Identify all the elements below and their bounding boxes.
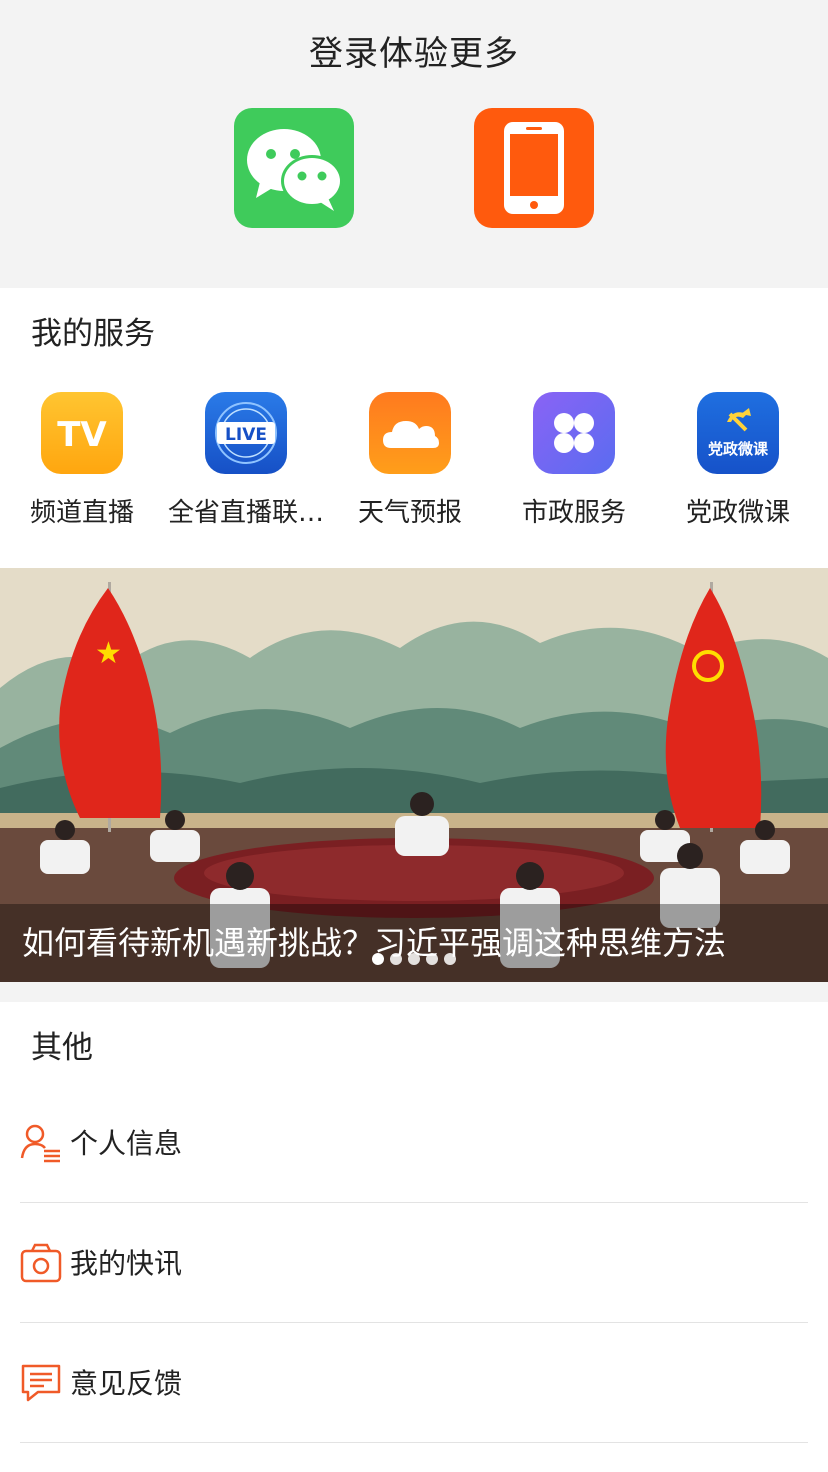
list-item-user-info[interactable]: 个人信息 [20,1082,808,1203]
tv-icon: TV [41,392,123,474]
services-title: 我的服务 [31,316,155,352]
wechat-login-button[interactable] [234,108,354,228]
slide-dot[interactable] [426,953,438,965]
weather-cloud-icon [369,392,451,474]
live-icon: LIVE [205,392,287,474]
phone-icon [504,122,564,214]
service-weather[interactable]: 天气预报 [328,380,492,540]
feedback-icon [21,1364,61,1402]
wechat-icon [247,129,343,211]
live-icon-text: LIVE [225,425,267,445]
login-section: 登录体验更多 [0,0,828,288]
slide-indicator [372,950,462,965]
tv-icon-text: TV [57,415,107,455]
other-title: 其他 [31,1030,93,1066]
banner-caption-bar: 如何看待新机遇新挑战？习近平强调这种思维方法 [0,904,828,982]
list-item-feedback[interactable]: 意见反馈 [20,1322,808,1443]
party-course-icon: 党政微课 [697,392,779,474]
section-divider [0,982,828,1002]
service-party-course[interactable]: 党政微课 党政微课 [656,380,820,540]
user-info-icon [20,1124,60,1163]
news-banner[interactable]: ★ 如何看待新机遇新挑战？习近平强调这种思维方法 [0,568,828,982]
camera-icon [20,1243,62,1283]
list-item-label: 意见反馈 [70,1367,183,1400]
slide-dot[interactable] [390,953,402,965]
service-label: 党政微课 [685,498,790,528]
service-city[interactable]: 市政服务 [492,380,656,540]
list-item-label: 我的快讯 [70,1247,183,1280]
login-title: 登录体验更多 [309,34,519,74]
services-grid: TV 频道直播 LIVE 全省直播联… 天气预报 市政服务 党政微课 党政微课 [0,380,828,540]
svg-text:★: ★ [95,636,122,671]
slide-dot[interactable] [408,953,420,965]
service-label: 全省直播联… [167,498,324,528]
slide-dot[interactable] [444,953,456,965]
city-services-icon [533,392,615,474]
service-label: 天气预报 [357,498,462,528]
list-item-label: 个人信息 [70,1127,183,1160]
slide-dot[interactable] [372,953,384,965]
service-province-live[interactable]: LIVE 全省直播联… [164,380,328,540]
party-icon-text: 党政微课 [708,440,769,458]
list-item-my-news[interactable]: 我的快讯 [20,1202,808,1323]
service-label: 市政服务 [521,498,626,528]
service-label: 频道直播 [29,498,134,528]
service-channel-live[interactable]: TV 频道直播 [0,380,164,540]
phone-login-button[interactable] [474,108,594,228]
